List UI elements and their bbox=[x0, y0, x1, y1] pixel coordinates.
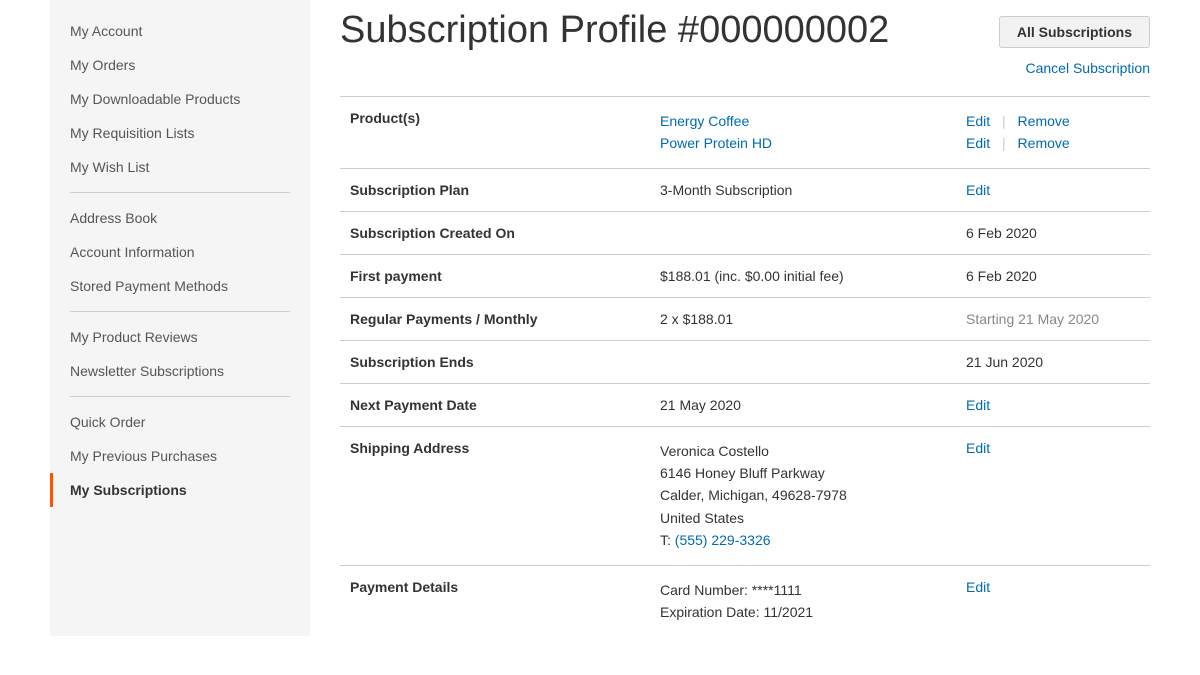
separator: | bbox=[1002, 113, 1006, 129]
label-plan: Subscription Plan bbox=[350, 182, 660, 198]
date-ends: 21 Jun 2020 bbox=[966, 354, 1140, 370]
sidebar-item-my-product-reviews[interactable]: My Product Reviews bbox=[70, 320, 290, 354]
label-regular: Regular Payments / Monthly bbox=[350, 311, 660, 327]
page-title: Subscription Profile #000000002 bbox=[340, 10, 889, 52]
payment-card: Card Number: ****1111 bbox=[660, 579, 966, 601]
sidebar-item-quick-order[interactable]: Quick Order bbox=[70, 405, 290, 439]
cancel-subscription-link[interactable]: Cancel Subscription bbox=[1025, 60, 1150, 76]
shipping-street: 6146 Honey Bluff Parkway bbox=[660, 462, 966, 484]
all-subscriptions-button[interactable]: All Subscriptions bbox=[999, 16, 1150, 48]
account-sidebar: My Account My Orders My Downloadable Pro… bbox=[50, 0, 310, 636]
shipping-tel-link[interactable]: (555) 229-3326 bbox=[675, 532, 771, 548]
shipping-country: United States bbox=[660, 507, 966, 529]
sidebar-item-my-downloadable-products[interactable]: My Downloadable Products bbox=[70, 82, 290, 116]
sidebar-divider bbox=[70, 396, 290, 397]
tel-prefix: T: bbox=[660, 532, 675, 548]
sidebar-item-my-account[interactable]: My Account bbox=[70, 14, 290, 48]
sidebar-item-stored-payment-methods[interactable]: Stored Payment Methods bbox=[70, 269, 290, 303]
date-first-payment: 6 Feb 2020 bbox=[966, 268, 1140, 284]
subscription-details-table: Product(s) Energy Coffee Power Protein H… bbox=[340, 96, 1150, 637]
shipping-name: Veronica Costello bbox=[660, 440, 966, 462]
row-products: Product(s) Energy Coffee Power Protein H… bbox=[340, 97, 1150, 169]
label-payment: Payment Details bbox=[350, 579, 660, 595]
sidebar-item-my-wish-list[interactable]: My Wish List bbox=[70, 150, 290, 184]
remove-product-2-link[interactable]: Remove bbox=[1018, 135, 1070, 151]
shipping-city: Calder, Michigan, 49628-7978 bbox=[660, 484, 966, 506]
main-content: Subscription Profile #000000002 All Subs… bbox=[310, 0, 1200, 636]
sidebar-item-my-previous-purchases[interactable]: My Previous Purchases bbox=[70, 439, 290, 473]
label-shipping: Shipping Address bbox=[350, 440, 660, 456]
edit-payment-link[interactable]: Edit bbox=[966, 579, 990, 595]
date-created: 6 Feb 2020 bbox=[966, 225, 1140, 241]
product-link-energy-coffee[interactable]: Energy Coffee bbox=[660, 113, 749, 129]
value-first-payment: $188.01 (inc. $0.00 initial fee) bbox=[660, 268, 966, 284]
row-first-payment: First payment $188.01 (inc. $0.00 initia… bbox=[340, 255, 1150, 298]
row-next-payment: Next Payment Date 21 May 2020 Edit bbox=[340, 384, 1150, 427]
product-link-power-protein[interactable]: Power Protein HD bbox=[660, 135, 772, 151]
row-created: Subscription Created On 6 Feb 2020 bbox=[340, 212, 1150, 255]
label-next-payment: Next Payment Date bbox=[350, 397, 660, 413]
edit-product-1-link[interactable]: Edit bbox=[966, 113, 990, 129]
sidebar-item-my-subscriptions[interactable]: My Subscriptions bbox=[70, 473, 290, 507]
sidebar-item-my-orders[interactable]: My Orders bbox=[70, 48, 290, 82]
label-ends: Subscription Ends bbox=[350, 354, 660, 370]
edit-plan-link[interactable]: Edit bbox=[966, 182, 990, 198]
sidebar-item-address-book[interactable]: Address Book bbox=[70, 201, 290, 235]
sidebar-divider bbox=[70, 311, 290, 312]
edit-next-payment-link[interactable]: Edit bbox=[966, 397, 990, 413]
payment-exp: Expiration Date: 11/2021 bbox=[660, 601, 966, 623]
row-payment: Payment Details Card Number: ****1111 Ex… bbox=[340, 566, 1150, 637]
row-ends: Subscription Ends 21 Jun 2020 bbox=[340, 341, 1150, 384]
sidebar-item-newsletter-subscriptions[interactable]: Newsletter Subscriptions bbox=[70, 354, 290, 388]
label-products: Product(s) bbox=[350, 110, 660, 126]
edit-product-2-link[interactable]: Edit bbox=[966, 135, 990, 151]
label-first-payment: First payment bbox=[350, 268, 660, 284]
separator: | bbox=[1002, 135, 1006, 151]
value-next-payment: 21 May 2020 bbox=[660, 397, 966, 413]
label-created: Subscription Created On bbox=[350, 225, 660, 241]
value-plan: 3-Month Subscription bbox=[660, 182, 966, 198]
value-regular: 2 x $188.01 bbox=[660, 311, 966, 327]
edit-shipping-link[interactable]: Edit bbox=[966, 440, 990, 456]
remove-product-1-link[interactable]: Remove bbox=[1018, 113, 1070, 129]
row-regular: Regular Payments / Monthly 2 x $188.01 S… bbox=[340, 298, 1150, 341]
sidebar-item-my-requisition-lists[interactable]: My Requisition Lists bbox=[70, 116, 290, 150]
starting-date: Starting 21 May 2020 bbox=[966, 311, 1140, 327]
active-indicator bbox=[50, 473, 53, 507]
sidebar-item-label: My Subscriptions bbox=[70, 482, 187, 498]
sidebar-item-account-information[interactable]: Account Information bbox=[70, 235, 290, 269]
row-shipping: Shipping Address Veronica Costello 6146 … bbox=[340, 427, 1150, 566]
sidebar-divider bbox=[70, 192, 290, 193]
row-plan: Subscription Plan 3-Month Subscription E… bbox=[340, 169, 1150, 212]
